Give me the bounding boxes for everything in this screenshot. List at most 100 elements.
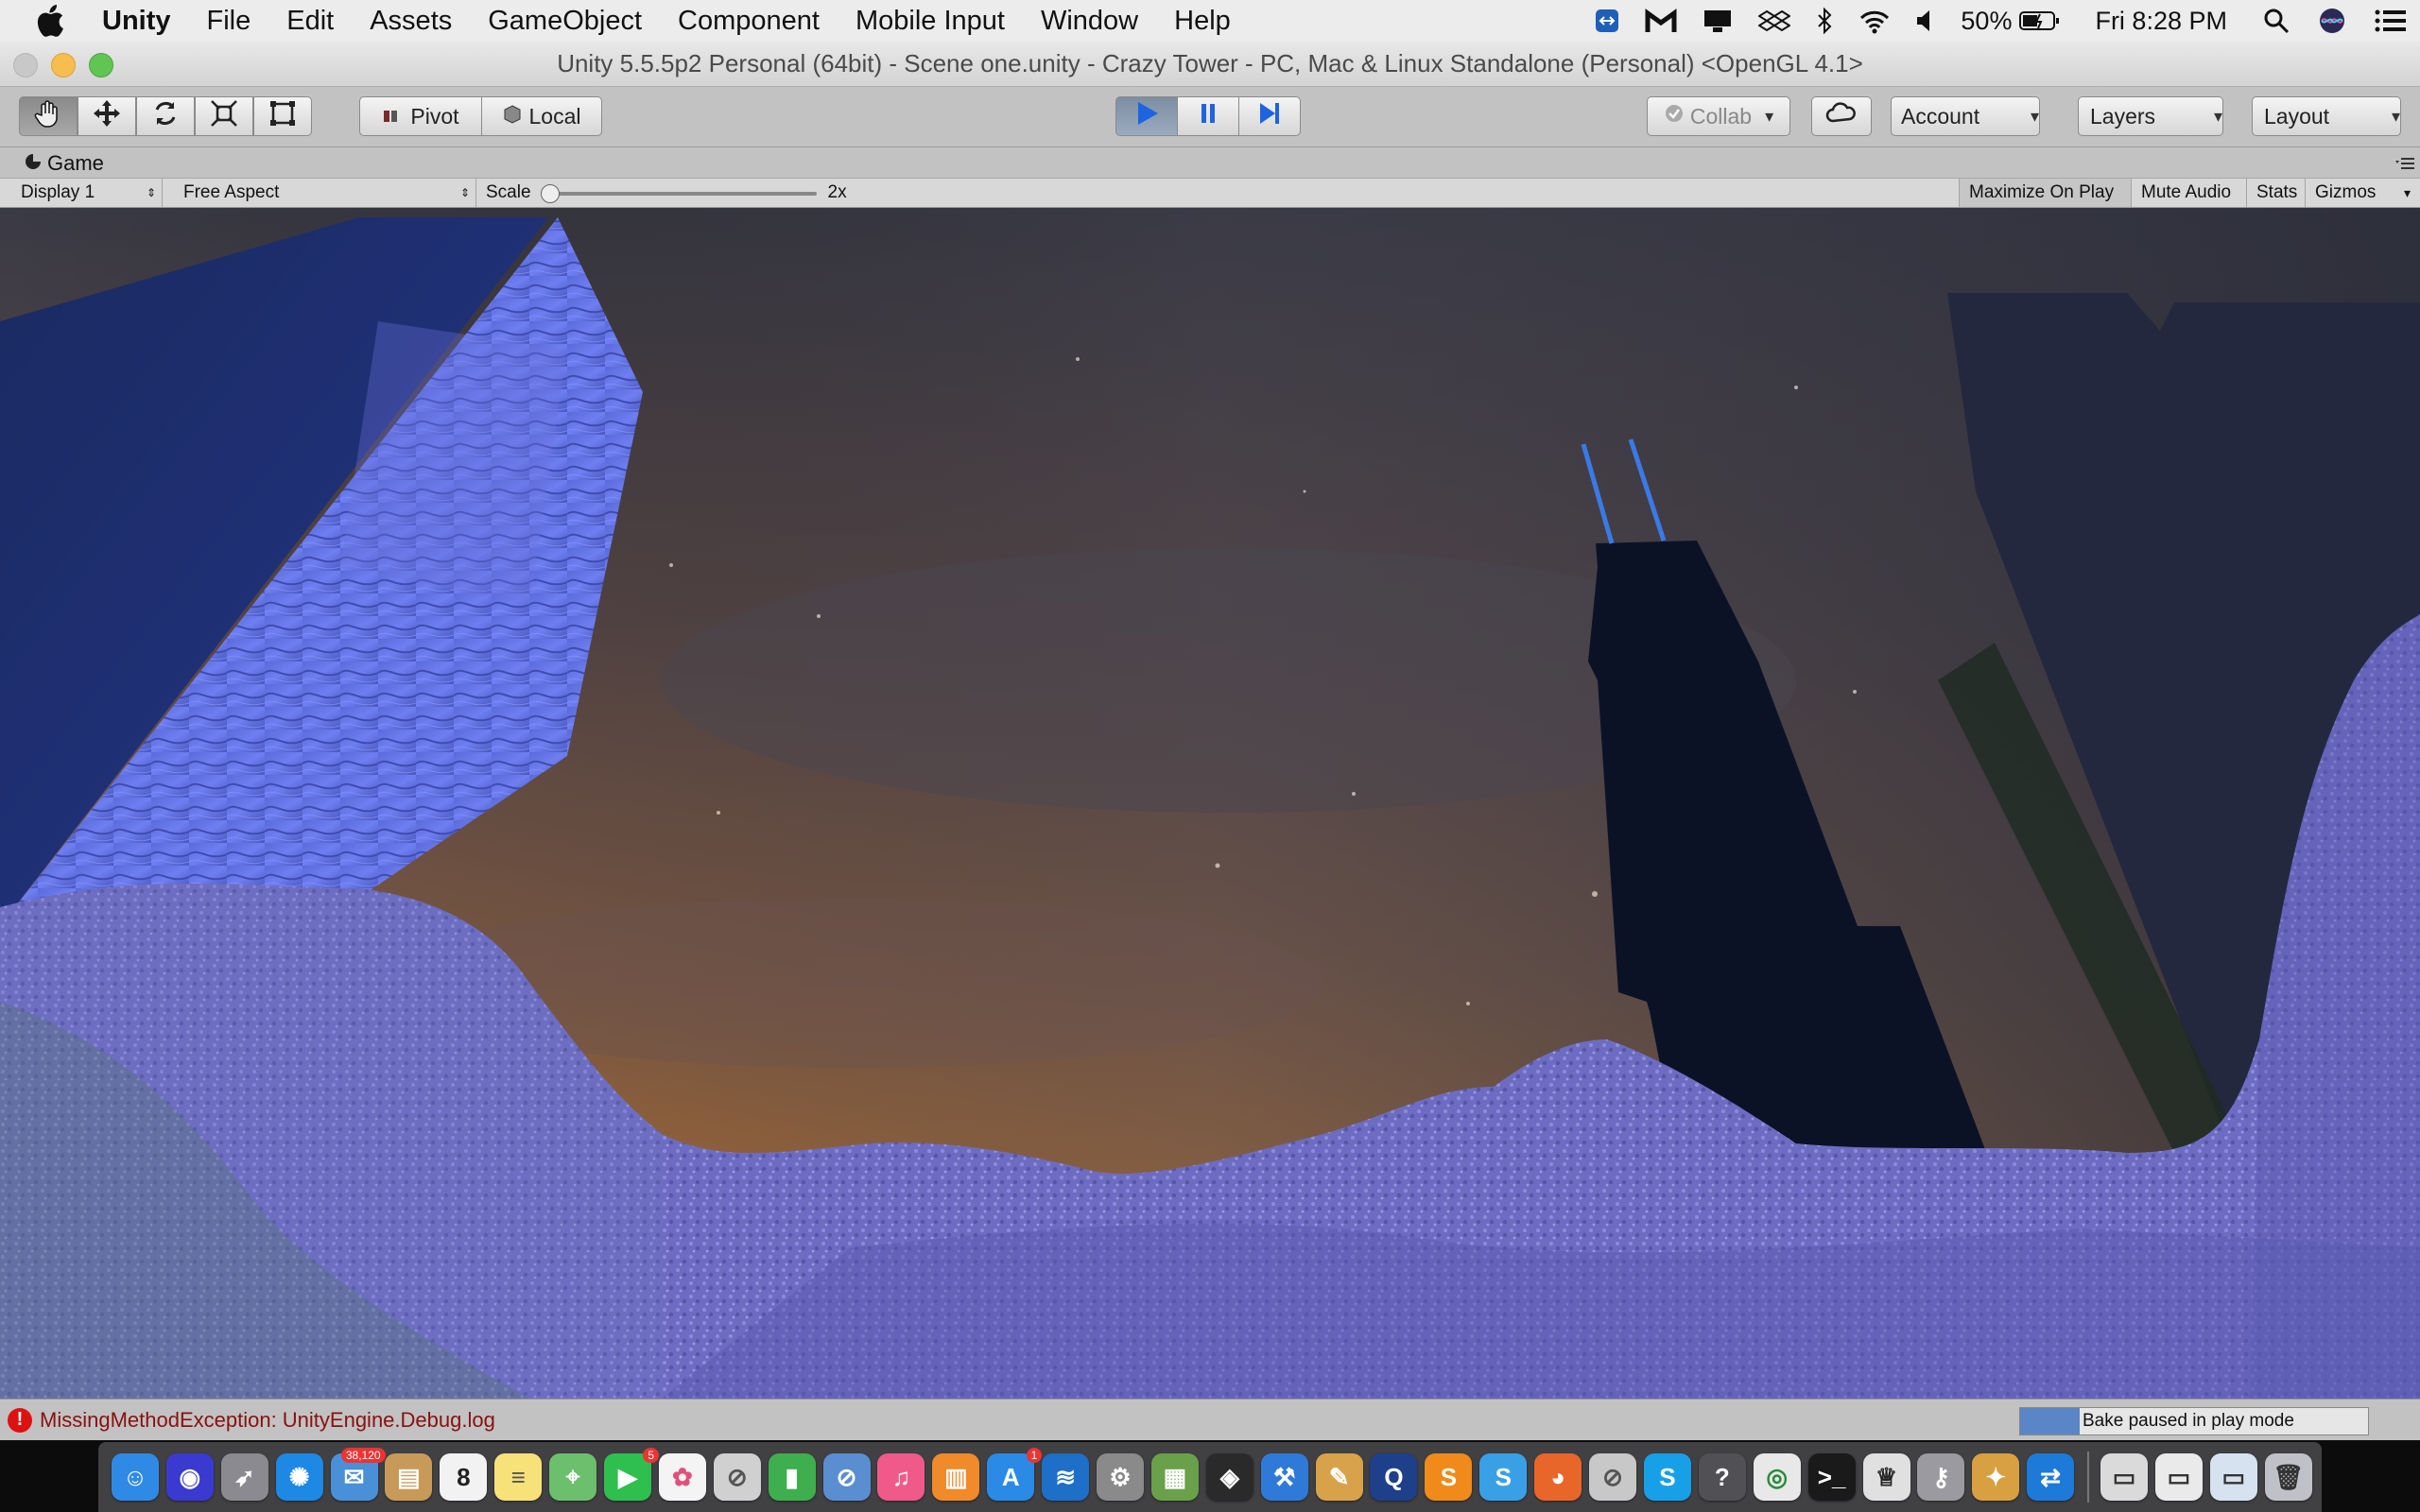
game-viewport[interactable] [0, 208, 2420, 1399]
mail-icon[interactable]: ✉ 38,120 [330, 1448, 386, 1501]
trash-icon[interactable]: 🗑 [2264, 1453, 2312, 1501]
notes-icon[interactable]: ≡ [494, 1453, 543, 1501]
menu-mobile-input[interactable]: Mobile Input [856, 6, 1005, 37]
volume-icon[interactable] [1915, 8, 1936, 34]
menu-clock[interactable]: Fri 8:28 PM [2095, 7, 2227, 36]
battery-icon[interactable] [2019, 9, 2061, 32]
move-tool-button[interactable] [78, 96, 136, 136]
menu-edit[interactable]: Edit [286, 6, 334, 37]
scale-tool-button[interactable] [195, 96, 253, 136]
local-toggle-button[interactable]: Local [481, 96, 602, 136]
menu-assets[interactable]: Assets [370, 6, 452, 37]
minimize-window-button[interactable] [51, 53, 76, 77]
menu-window[interactable]: Window [1041, 6, 1138, 37]
collab-check-icon [1664, 103, 1685, 129]
ibooks-icon[interactable]: ▥ [932, 1453, 980, 1501]
minecraft-icon[interactable]: ▦ [1150, 1453, 1199, 1501]
menu-app-name[interactable]: Unity [102, 6, 171, 37]
chrome-icon[interactable]: ◎ [1753, 1453, 1801, 1501]
stats-toggle[interactable]: Stats [2246, 179, 2305, 207]
pause-button[interactable] [1177, 96, 1239, 136]
contacts-icon[interactable]: ▤ [385, 1453, 433, 1501]
account-dropdown[interactable]: Account [1891, 96, 2040, 136]
launchpad-icon[interactable]: ➶ [220, 1453, 268, 1501]
cloud-services-button[interactable] [1811, 96, 1872, 136]
panel-menu-icon[interactable] [2394, 155, 2416, 175]
maps-icon[interactable]: ⌖ [549, 1453, 597, 1501]
layout-dropdown[interactable]: Layout [2252, 96, 2401, 136]
close-window-button[interactable] [13, 53, 38, 77]
system-preferences-icon[interactable]: ⚙ [1097, 1453, 1145, 1501]
siri-icon[interactable]: ◉ [165, 1453, 214, 1501]
display-label: Display 1 [21, 182, 95, 202]
console-error-message[interactable]: MissingMethodException: UnityEngine.Debu… [40, 1408, 495, 1433]
display-icon[interactable] [1702, 8, 1734, 34]
game-tab[interactable]: Game [13, 149, 115, 178]
photos-icon[interactable]: ✿ [658, 1453, 706, 1501]
aspect-dropdown[interactable]: Free Aspect ⇕ [168, 179, 476, 207]
scale-slider[interactable] [540, 183, 817, 203]
firefox-icon[interactable]: ◕ [1534, 1453, 1582, 1501]
unity-icon[interactable]: ◈ [1205, 1453, 1253, 1501]
layers-dropdown[interactable]: Layers [2078, 96, 2223, 136]
zoom-window-button[interactable] [89, 53, 113, 77]
gizmos-dropdown[interactable]: Gizmos ▾ [2305, 179, 2420, 207]
wifi-icon[interactable] [1858, 8, 1891, 34]
itunes-icon[interactable]: ♫ [877, 1453, 925, 1501]
menu-gameobject[interactable]: GameObject [488, 6, 642, 37]
pivot-toggle-button[interactable]: Pivot [359, 96, 482, 136]
maximize-on-play-toggle[interactable]: Maximize On Play [1959, 179, 2131, 207]
mute-audio-toggle[interactable]: Mute Audio [2131, 179, 2246, 207]
notification-badge: 38,120 [340, 1448, 386, 1463]
display-dropdown[interactable]: Display 1 ⇕ [0, 179, 163, 207]
play-button[interactable] [1115, 96, 1178, 136]
documents-stack-icon[interactable]: ▭ [2154, 1453, 2203, 1501]
dropbox-icon[interactable] [1758, 8, 1791, 34]
numbers-icon[interactable]: ▮ [768, 1453, 816, 1501]
instruments-icon[interactable]: ✎ [1315, 1453, 1363, 1501]
menu-file[interactable]: File [207, 6, 251, 37]
notification-center-icon[interactable] [2375, 9, 2407, 33]
rect-tool-button[interactable] [253, 96, 312, 136]
terminal-icon[interactable]: >_ [1807, 1453, 1856, 1501]
blocked-app-2-icon[interactable]: ⊘ [822, 1453, 871, 1501]
spotlight-icon[interactable] [2263, 8, 2290, 34]
quicktime-icon[interactable]: Q [1370, 1453, 1418, 1501]
collab-label: Collab [1689, 103, 1753, 129]
downloads-stack-icon[interactable]: ▭ [2100, 1453, 2149, 1501]
keychain-icon[interactable]: ⚷ [1917, 1453, 1965, 1501]
blocked-app-2-glyph: ⊘ [836, 1462, 857, 1491]
facetime-icon[interactable]: ▶ 5 [604, 1448, 660, 1501]
xcode-cloud-icon[interactable]: ≋ [1042, 1453, 1090, 1501]
preview-icon[interactable]: ✦ [1972, 1453, 2020, 1501]
app-store-icon[interactable]: A1 [987, 1448, 1043, 1501]
menu-help[interactable]: Help [1174, 6, 1231, 37]
help-icon[interactable]: ? [1698, 1453, 1746, 1501]
skype-icon[interactable]: S [1643, 1453, 1691, 1501]
malwarebytes-icon[interactable] [1645, 8, 1677, 34]
safari-icon[interactable]: ✺ [275, 1453, 323, 1501]
collab-dropdown[interactable]: Collab [1647, 96, 1790, 136]
finder-icon[interactable]: ☺ [112, 1453, 159, 1501]
xcode-icon[interactable]: ⚒ [1260, 1453, 1308, 1501]
scale-slider-thumb[interactable] [540, 184, 560, 203]
sketch-icon[interactable]: S [1479, 1453, 1528, 1501]
teamviewer-icon[interactable]: ⇄ [2027, 1453, 2075, 1501]
sublime-text-icon[interactable]: S [1425, 1453, 1473, 1501]
step-button[interactable] [1238, 96, 1301, 136]
calendar-icon[interactable]: 8 [440, 1453, 488, 1501]
bluetooth-icon[interactable] [1815, 7, 1834, 35]
siri-icon[interactable] [2318, 7, 2346, 35]
rotate-tool-button[interactable] [136, 96, 195, 136]
menu-component[interactable]: Component [678, 6, 820, 37]
blocked-app-3-glyph: ⊘ [1602, 1462, 1623, 1491]
apple-menu-icon[interactable] [36, 5, 74, 37]
desktop-stack-icon[interactable]: ▭ [2209, 1453, 2257, 1501]
teamviewer-icon[interactable] [1594, 8, 1620, 34]
audio-midi-icon[interactable]: ♕ [1862, 1453, 1910, 1501]
account-label: Account [1901, 103, 1980, 129]
status-menu-area: 50% Fri 8:28 PM [1569, 0, 2420, 42]
hand-tool-button[interactable] [19, 96, 78, 136]
blocked-app-3-icon[interactable]: ⊘ [1589, 1453, 1637, 1501]
blocked-app-icon[interactable]: ⊘ [713, 1453, 761, 1501]
